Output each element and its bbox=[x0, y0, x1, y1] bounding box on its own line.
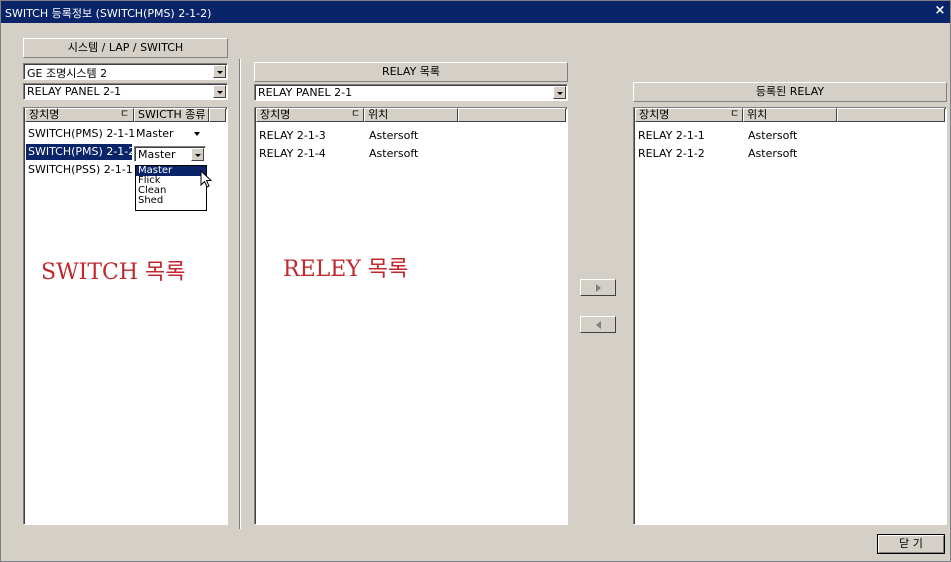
table-row-selected[interactable]: SWITCH(PMS) 2-1-2 bbox=[26, 144, 136, 160]
row-name: RELAY 2-1-4 bbox=[259, 147, 326, 160]
relay-panel-select[interactable]: RELAY PANEL 2-1 bbox=[254, 84, 568, 101]
column-header-name[interactable]: 장치명 ㄷ bbox=[25, 108, 134, 122]
column-header-name[interactable]: 장치명 ㄷ bbox=[256, 108, 364, 122]
registered-relay-list[interactable]: 장치명 ㄷ 위치 RELAY 2-1-1 Astersoft RELAY 2-1… bbox=[633, 107, 947, 525]
close-icon[interactable]: × bbox=[932, 3, 948, 19]
column-header-name[interactable]: 장치명 ㄷ bbox=[635, 108, 743, 122]
row-location: Astersoft bbox=[748, 147, 798, 160]
table-row[interactable]: SWITCH(PMS) 2-1-1 Master bbox=[26, 126, 226, 142]
close-button[interactable]: 닫 기 bbox=[877, 534, 945, 554]
column-header-name-label: 장치명 bbox=[639, 108, 670, 121]
row-name: SWITCH(PSS) 2-1-1 bbox=[28, 163, 133, 176]
column-header-location-label: 위치 bbox=[368, 108, 389, 121]
left-panel-caption: 시스템 / LAP / SWITCH bbox=[23, 38, 228, 58]
column-header-filler bbox=[837, 108, 945, 122]
column-header-name-label: 장치명 bbox=[260, 108, 291, 121]
add-relay-button[interactable] bbox=[580, 279, 616, 296]
column-header-type-label: SWICTH 종류 bbox=[138, 108, 206, 121]
relay-list-annotation: RELEY 목록 bbox=[283, 257, 409, 282]
switch-type-select-value: Master bbox=[138, 148, 176, 161]
switch-type-dropdown[interactable]: Master Flick Clean Shed bbox=[135, 165, 207, 211]
column-header-filler bbox=[458, 108, 566, 122]
row-type: Master bbox=[136, 127, 174, 140]
row-name: SWITCH(PMS) 2-1-1 bbox=[28, 127, 136, 140]
window-title: SWITCH 등록정보 (SWITCH(PMS) 2-1-2) bbox=[5, 7, 212, 20]
system-select[interactable]: GE 조명시스템 2 bbox=[23, 63, 228, 80]
chevron-down-icon[interactable] bbox=[553, 86, 566, 99]
row-location: Astersoft bbox=[369, 147, 419, 160]
sort-icon: ㄷ bbox=[351, 109, 361, 120]
title-bar[interactable]: SWITCH 등록정보 (SWITCH(PMS) 2-1-2) × bbox=[1, 1, 950, 23]
switch-panel-select-value: RELAY PANEL 2-1 bbox=[27, 85, 122, 98]
switch-list[interactable]: 장치명 ㄷ SWICTH 종류 SWITCH(PMS) 2-1-1 Master… bbox=[23, 107, 228, 525]
table-row[interactable]: RELAY 2-1-4 Astersoft bbox=[257, 146, 557, 162]
column-header-type[interactable]: SWICTH 종류 bbox=[134, 108, 209, 122]
column-header-location[interactable]: 위치 bbox=[743, 108, 837, 122]
switch-type-select[interactable]: Master bbox=[134, 146, 206, 162]
chevron-down-icon[interactable] bbox=[194, 132, 200, 136]
switch-list-annotation: SWITCH 목록 bbox=[41, 260, 186, 285]
row-name: SWITCH(PMS) 2-1-2 bbox=[28, 145, 136, 158]
switch-properties-window: SWITCH 등록정보 (SWITCH(PMS) 2-1-2) × 시스템 / … bbox=[0, 0, 951, 562]
panel-divider bbox=[239, 59, 241, 529]
chevron-down-icon[interactable] bbox=[213, 85, 226, 98]
right-panel-caption: 등록된 RELAY bbox=[633, 82, 947, 102]
column-header-location-label: 위치 bbox=[747, 108, 768, 121]
row-location: Astersoft bbox=[369, 129, 419, 142]
remove-relay-button[interactable] bbox=[580, 316, 616, 333]
middle-panel-caption: RELAY 목록 bbox=[254, 62, 568, 82]
chevron-down-icon[interactable] bbox=[213, 65, 226, 78]
arrow-right-icon bbox=[596, 284, 601, 292]
column-header-filler bbox=[209, 108, 226, 122]
system-select-value: GE 조명시스템 2 bbox=[27, 67, 108, 80]
row-name: RELAY 2-1-2 bbox=[638, 147, 705, 160]
row-location: Astersoft bbox=[748, 129, 798, 142]
table-row[interactable]: RELAY 2-1-3 Astersoft bbox=[257, 128, 557, 144]
close-button-label: 닫 기 bbox=[878, 535, 944, 553]
row-name: RELAY 2-1-1 bbox=[638, 129, 705, 142]
switch-panel-select[interactable]: RELAY PANEL 2-1 bbox=[23, 83, 228, 100]
table-row[interactable]: SWITCH(PSS) 2-1-1 bbox=[26, 162, 133, 178]
row-name: RELAY 2-1-3 bbox=[259, 129, 326, 142]
column-header-name-label: 장치명 bbox=[29, 108, 60, 121]
relay-list[interactable]: 장치명 ㄷ 위치 RELAY 2-1-3 Astersoft RELAY 2-1… bbox=[254, 107, 568, 525]
sort-icon: ㄷ bbox=[120, 109, 130, 120]
column-header-location[interactable]: 위치 bbox=[364, 108, 458, 122]
mouse-cursor-icon bbox=[200, 170, 212, 188]
chevron-down-icon[interactable] bbox=[191, 148, 204, 161]
arrow-left-icon bbox=[596, 321, 601, 329]
dropdown-option-shed[interactable]: Shed bbox=[136, 196, 206, 206]
table-row[interactable]: RELAY 2-1-1 Astersoft bbox=[636, 128, 936, 144]
relay-panel-select-value: RELAY PANEL 2-1 bbox=[258, 86, 353, 99]
table-row[interactable]: RELAY 2-1-2 Astersoft bbox=[636, 146, 936, 162]
sort-icon: ㄷ bbox=[730, 109, 740, 120]
